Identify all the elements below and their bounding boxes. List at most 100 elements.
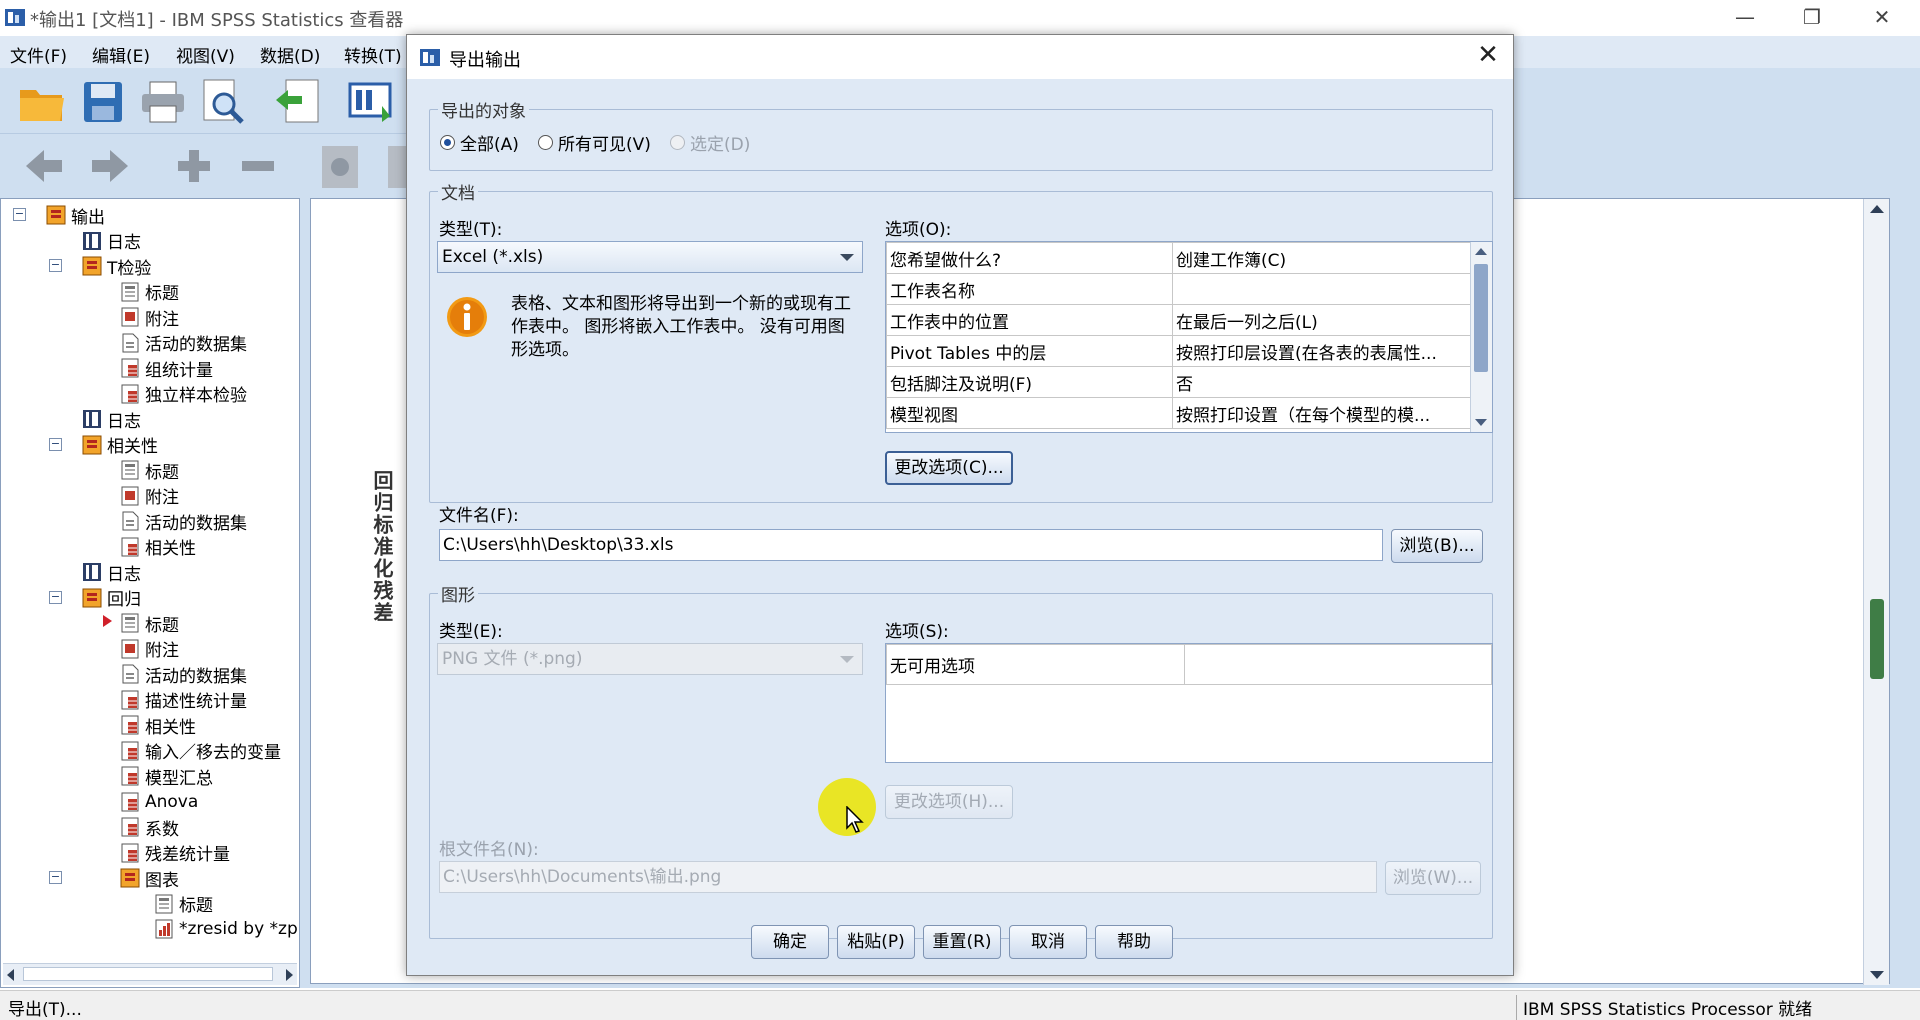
tree-collapse-toggle[interactable]: − xyxy=(49,871,62,884)
option-value[interactable] xyxy=(1172,273,1472,305)
option-value[interactable]: 按照打印层设置(在各表的表属性... xyxy=(1172,335,1472,367)
tree-item[interactable]: 日志 xyxy=(81,407,141,432)
menu-view[interactable]: 视图(V) xyxy=(176,42,235,67)
tree-item[interactable]: 标题 xyxy=(153,892,213,916)
scroll-up-arrow-icon[interactable] xyxy=(1475,248,1487,255)
tree-horizontal-scrollbar[interactable] xyxy=(3,963,297,985)
tree-item[interactable]: 标题 xyxy=(119,611,179,636)
outline-tree-pane[interactable]: − 输出 日志 − T检验 标题 附注 活动的数据集 组统计量 独立样本检验 日志 − 相关性 标题 附注活… xyxy=(0,198,300,988)
tree-item[interactable]: 模型汇总 xyxy=(119,764,213,789)
dialog-close-button[interactable]: ✕ xyxy=(1473,41,1503,71)
option-row[interactable]: 工作表中的位置 在最后一列之后(L) xyxy=(886,304,1472,336)
radio-all-indicator[interactable] xyxy=(440,135,455,150)
expand-plus-icon[interactable] xyxy=(174,148,214,184)
output-book-icon xyxy=(82,435,102,454)
document-type-label: 类型(T): xyxy=(439,220,503,240)
reset-button[interactable]: 重置(R) xyxy=(923,925,1001,959)
scroll-up-arrow-icon[interactable] xyxy=(1870,205,1884,213)
option-row[interactable]: 包括脚注及说明(F) 否 xyxy=(886,366,1472,398)
tree-item[interactable]: 相关性 xyxy=(81,433,158,457)
option-value[interactable]: 按照打印设置（在每个模型的模... xyxy=(1172,397,1472,429)
radio-all[interactable]: 全部(A) xyxy=(440,130,519,155)
tree-item[interactable]: 日志 xyxy=(81,229,141,253)
tree-collapse-toggle[interactable]: − xyxy=(49,590,62,604)
print-icon[interactable] xyxy=(140,80,186,124)
radio-all-visible[interactable]: 所有可见(V) xyxy=(538,130,651,155)
document-options-grid[interactable]: 您希望做什么? 创建工作簿(C) 工作表名称 工作表中的位置 在最后一列之后(L) … xyxy=(885,241,1493,433)
arrow-left-icon[interactable] xyxy=(24,148,64,184)
menu-file[interactable]: 文件(F) xyxy=(10,42,67,67)
tree-item[interactable]: 活动的数据集 xyxy=(119,662,247,687)
menu-data[interactable]: 数据(D) xyxy=(260,42,320,67)
tree-item[interactable]: 标题 xyxy=(119,280,179,304)
graphics-options-grid[interactable]: 无可用选项 xyxy=(885,643,1493,763)
tree-item[interactable]: 独立样本检验 xyxy=(119,382,247,406)
tree-item[interactable]: 组统计量 xyxy=(119,356,213,381)
tree-item[interactable]: 附注 xyxy=(119,305,179,330)
tree-item[interactable]: 图表 xyxy=(119,866,179,891)
arrow-right-icon[interactable] xyxy=(90,148,130,184)
tree-item[interactable]: 活动的数据集 xyxy=(119,509,247,534)
option-row[interactable]: Pivot Tables 中的层 按照打印层设置(在各表的表属性... xyxy=(886,335,1472,367)
tree-item[interactable]: 回归 xyxy=(81,586,141,610)
options-grid-scrollbar[interactable] xyxy=(1470,242,1492,432)
tree-item[interactable]: 标题 xyxy=(119,458,179,483)
ok-button[interactable]: 确定 xyxy=(751,925,829,959)
radio-all-visible-indicator[interactable] xyxy=(538,135,553,150)
scroll-down-arrow-icon[interactable] xyxy=(1475,419,1487,426)
print-preview-icon[interactable] xyxy=(200,78,246,126)
browse-document-button[interactable]: 浏览(B)... xyxy=(1391,529,1483,563)
tree-item-label: 模型汇总 xyxy=(145,768,213,789)
save-icon[interactable] xyxy=(82,80,124,124)
goto-data-icon[interactable] xyxy=(348,80,396,124)
export-icon[interactable] xyxy=(272,78,322,126)
tree-item[interactable]: 附注 xyxy=(119,637,179,661)
tree-item[interactable]: 附注 xyxy=(119,484,179,508)
paste-button[interactable]: 粘贴(P) xyxy=(837,925,915,959)
content-vertical-scrollbar[interactable] xyxy=(1863,199,1889,985)
tree-item[interactable]: 日志 xyxy=(81,560,141,585)
tree-collapse-toggle[interactable]: − xyxy=(49,437,62,451)
open-folder-icon[interactable] xyxy=(18,80,66,124)
graphics-type-value: PNG 文件 (*.png) xyxy=(442,649,583,669)
tree-item[interactable]: *zresid by *zp xyxy=(153,917,298,941)
scroll-left-arrow-icon[interactable] xyxy=(7,969,14,981)
tree-item[interactable]: 系数 xyxy=(119,815,179,840)
tree-item[interactable]: 残差统计量 xyxy=(119,841,230,865)
cancel-button[interactable]: 取消 xyxy=(1009,925,1087,959)
tree-item[interactable]: 输出 xyxy=(45,203,105,228)
content-scroll-thumb[interactable] xyxy=(1870,599,1884,679)
tree-scroll-thumb[interactable] xyxy=(23,967,273,981)
restore-button[interactable]: ❐ xyxy=(1782,0,1842,34)
output-book-icon xyxy=(82,256,102,276)
tree-item[interactable]: Anova xyxy=(119,790,198,814)
tree-item[interactable]: 相关性 xyxy=(119,535,196,559)
option-value[interactable]: 在最后一列之后(L) xyxy=(1172,304,1472,336)
show-icon[interactable] xyxy=(318,142,366,192)
close-window-button[interactable]: ✕ xyxy=(1852,0,1912,34)
menu-transform[interactable]: 转换(T) xyxy=(344,42,402,67)
option-value[interactable]: 否 xyxy=(1172,366,1472,398)
minimize-button[interactable]: — xyxy=(1715,0,1775,34)
chevron-down-icon[interactable] xyxy=(840,254,854,261)
collapse-minus-icon[interactable] xyxy=(238,148,278,184)
option-value[interactable]: 创建工作簿(C) xyxy=(1172,242,1472,274)
change-document-options-button[interactable]: 更改选项(C)... xyxy=(885,451,1013,485)
scroll-right-arrow-icon[interactable] xyxy=(286,969,293,981)
options-scroll-thumb[interactable] xyxy=(1474,264,1488,372)
option-row[interactable]: 您希望做什么? 创建工作簿(C) xyxy=(886,242,1472,274)
help-button[interactable]: 帮助 xyxy=(1095,925,1173,959)
tree-item[interactable]: T检验 xyxy=(81,254,151,279)
tree-item[interactable]: 输入／移去的变量 xyxy=(119,739,281,763)
tree-item[interactable]: 活动的数据集 xyxy=(119,331,247,355)
menu-edit[interactable]: 编辑(E) xyxy=(92,42,150,67)
tree-collapse-toggle[interactable]: − xyxy=(49,259,62,272)
tree-item[interactable]: 描述性统计量 xyxy=(119,688,247,712)
option-row[interactable]: 模型视图 按照打印设置（在每个模型的模... xyxy=(886,397,1472,429)
filename-input[interactable]: C:\Users\hh\Desktop\33.xls xyxy=(439,529,1383,561)
tree-item[interactable]: 相关性 xyxy=(119,713,196,738)
option-row[interactable]: 工作表名称 xyxy=(886,273,1472,305)
tree-collapse-toggle[interactable]: − xyxy=(13,208,26,221)
scroll-down-arrow-icon[interactable] xyxy=(1870,971,1884,979)
document-type-select[interactable]: Excel (*.xls) xyxy=(437,241,863,273)
